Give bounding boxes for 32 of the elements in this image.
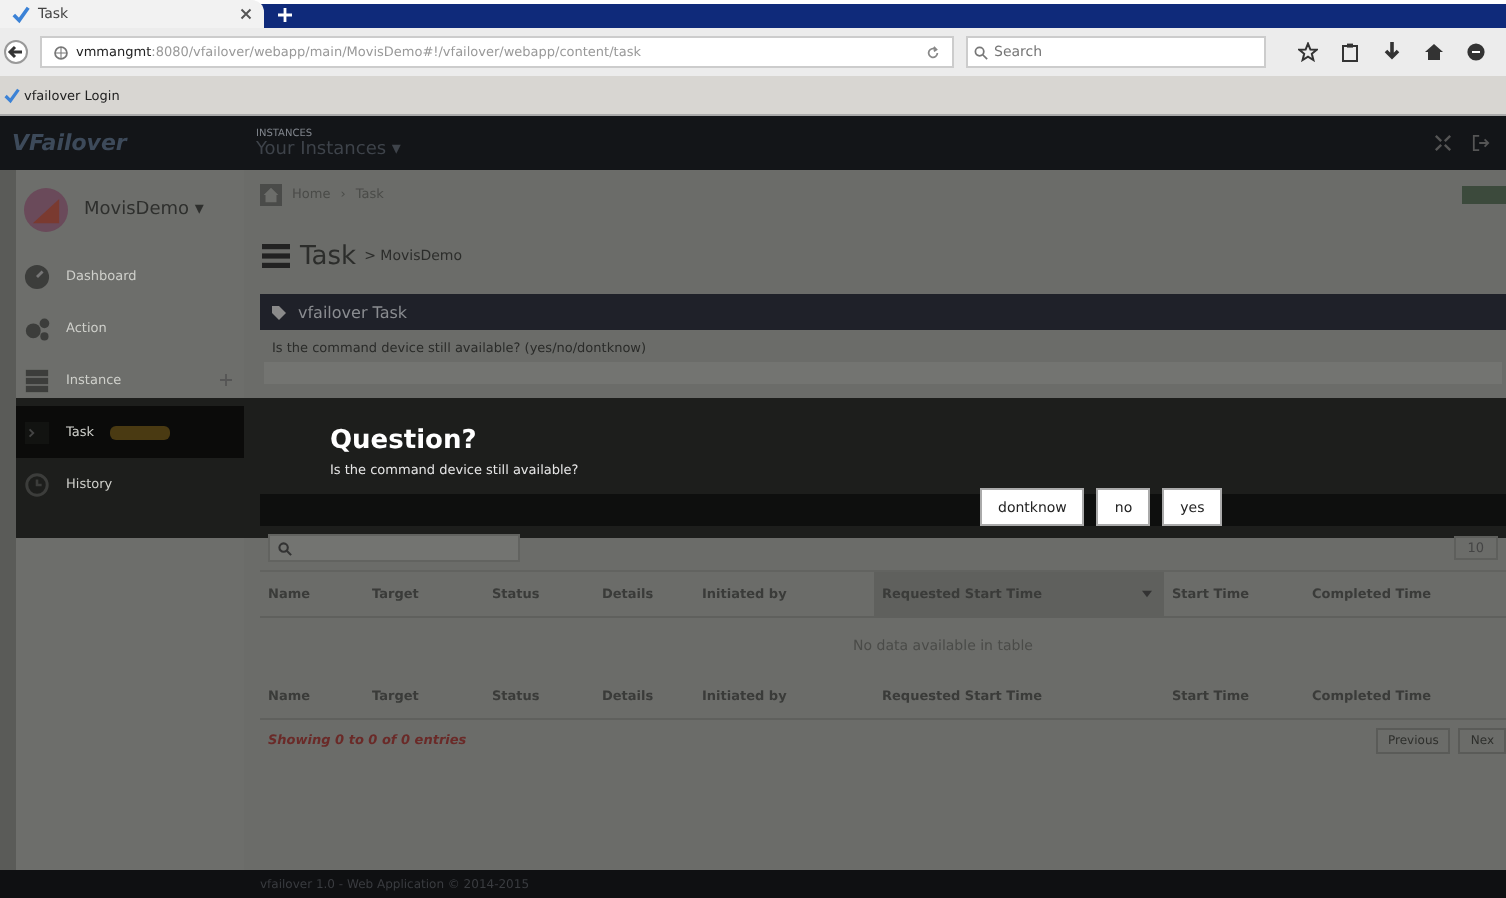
back-icon[interactable]: [4, 40, 28, 64]
history-icon: [24, 471, 50, 497]
database-icon: [24, 367, 50, 393]
globe-icon: [54, 45, 68, 59]
count-badge: [110, 425, 171, 439]
caret-icon: [1142, 590, 1152, 598]
star-icon[interactable]: [1298, 42, 1318, 62]
avatar-icon: [24, 188, 68, 232]
tag-icon: [272, 305, 286, 319]
search-icon: [974, 45, 988, 59]
panel-title: vfailover Task: [298, 303, 408, 321]
terminal-icon: [24, 419, 50, 445]
search-field[interactable]: [268, 534, 520, 562]
clipboard-icon[interactable]: [1340, 42, 1360, 62]
search-icon: [278, 541, 292, 555]
user-menu[interactable]: MovisDemo ▾: [84, 200, 204, 220]
logout-icon[interactable]: [1472, 134, 1490, 152]
plus-icon: [277, 7, 291, 21]
reload-icon[interactable]: [926, 45, 940, 59]
home-icon[interactable]: [1424, 42, 1444, 62]
close-icon[interactable]: [240, 8, 252, 20]
dialog-title: Question?: [330, 426, 479, 456]
gauge-icon: [24, 263, 50, 289]
status-badge: [1462, 185, 1506, 203]
gears-icon: [24, 315, 50, 341]
download-icon[interactable]: [1382, 42, 1402, 62]
page-title: Task: [300, 241, 357, 271]
list-icon: [260, 244, 292, 268]
expand-icon[interactable]: [1434, 134, 1452, 152]
checkmark-icon: [4, 87, 20, 103]
logo[interactable]: VFailover: [0, 130, 236, 156]
checkmark-icon: [12, 5, 30, 23]
